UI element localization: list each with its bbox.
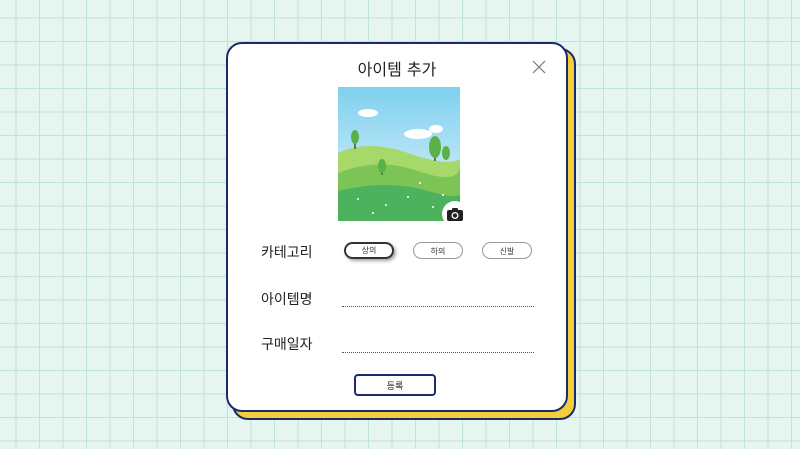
category-label: 카테고리 xyxy=(261,245,313,261)
category-option-top[interactable]: 상의 xyxy=(344,242,394,259)
category-option-bottom[interactable]: 하의 xyxy=(413,242,463,259)
dialog-title: 아이템 추가 xyxy=(357,60,437,79)
close-icon xyxy=(532,60,546,74)
item-photo-placeholder xyxy=(338,87,460,221)
camera-icon xyxy=(447,208,463,221)
item-name-label: 아이템명 xyxy=(261,292,313,308)
item-name-input[interactable] xyxy=(342,288,534,307)
purchase-date-input[interactable] xyxy=(342,334,534,353)
purchase-date-label: 구매일자 xyxy=(261,337,313,353)
submit-button[interactable]: 등록 xyxy=(354,374,436,396)
camera-button[interactable] xyxy=(442,201,468,227)
add-item-dialog: 아이템 추가 카테고리 상의 하의 신발 아이템명 구매일자 등록 xyxy=(226,42,568,412)
category-option-shoes[interactable]: 신발 xyxy=(482,242,532,259)
close-button[interactable] xyxy=(530,58,548,76)
